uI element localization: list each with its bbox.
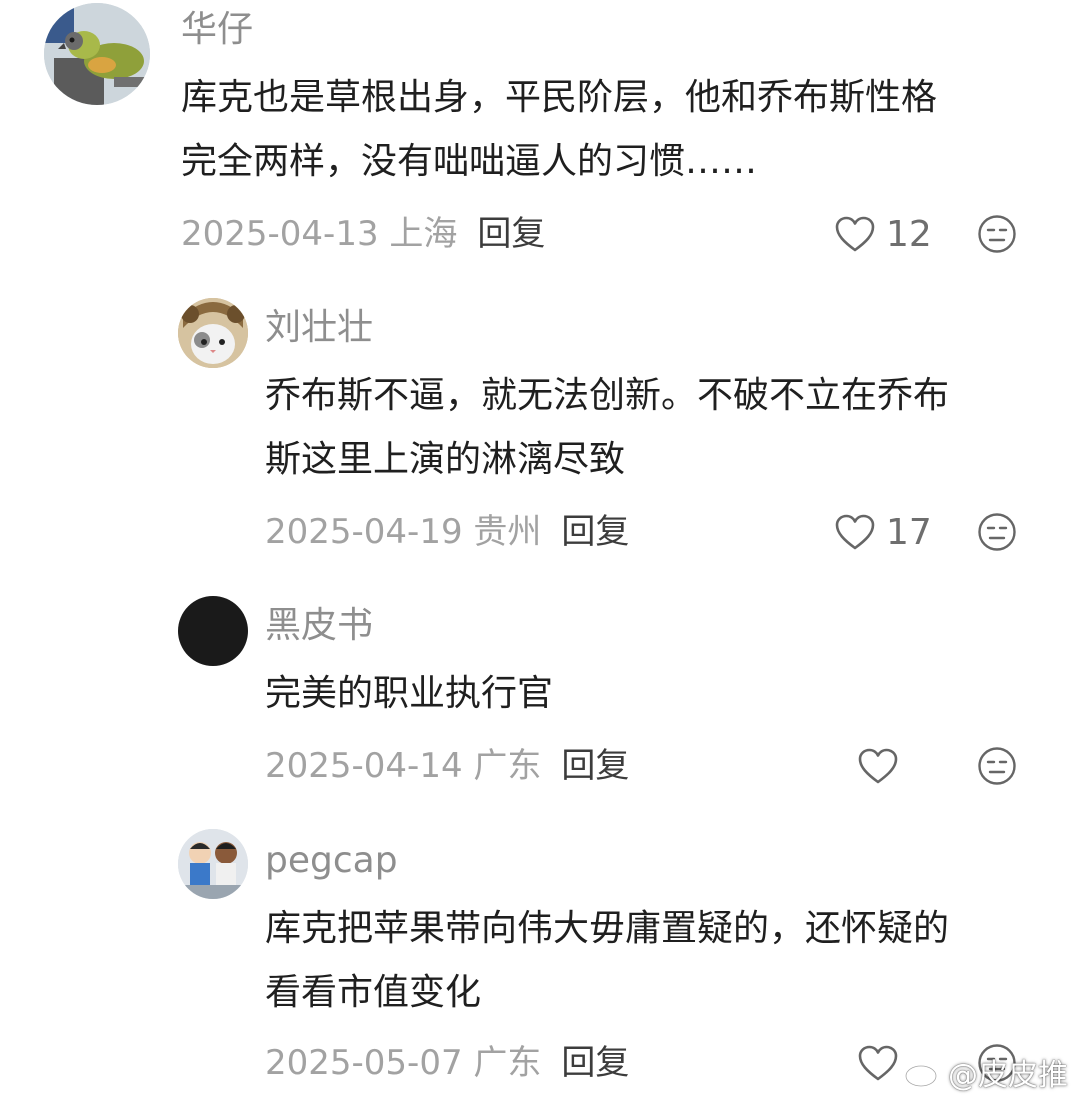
cat-avatar-image — [178, 298, 248, 368]
heart-icon — [858, 1045, 898, 1081]
avatar[interactable] — [178, 829, 248, 899]
comment-line: 库克把苹果带向伟大毋庸置疑的，还怀疑的 — [265, 908, 950, 949]
comment-meta: 2025-04-14 广东 回复 — [265, 746, 629, 786]
like-button[interactable]: 12 — [834, 213, 932, 255]
reply-button[interactable]: 回复 — [477, 214, 545, 254]
comment-line: 看看市值变化 — [265, 972, 482, 1013]
dislike-face-icon[interactable] — [977, 746, 1017, 786]
comment-meta: 2025-04-19 贵州 回复 — [265, 512, 629, 552]
parrot-avatar-image — [44, 3, 150, 105]
comment-author[interactable]: 黑皮书 — [265, 606, 373, 646]
comment-line: 完美的职业执行官 — [265, 673, 554, 714]
comment-text: 库克也是草根出身，平民阶层，他和乔布斯性格 完全两样，没有咄咄逼人的习惯…… — [181, 66, 937, 194]
comment: 黑皮书 完美的职业执行官 2025-04-14 广东 回复 — [0, 592, 1080, 812]
comment-line: 完全两样，没有咄咄逼人的习惯…… — [181, 141, 758, 182]
date-location: 2025-05-07 广东 — [265, 1043, 542, 1083]
comment-author[interactable]: 华仔 — [181, 10, 253, 50]
dislike-face-icon[interactable] — [977, 512, 1017, 552]
date-location: 2025-04-14 广东 — [265, 746, 542, 786]
avatar[interactable] — [178, 596, 248, 666]
comment-text: 乔布斯不逼，就无法创新。不破不立在乔布 斯这里上演的淋漓尽致 — [265, 364, 949, 492]
dislike-face-icon[interactable] — [977, 214, 1017, 254]
comment-text: 库克把苹果带向伟大毋庸置疑的，还怀疑的 看看市值变化 — [265, 897, 949, 1025]
comment-meta: 2025-05-07 广东 回复 — [265, 1043, 629, 1083]
like-count: 17 — [886, 511, 932, 553]
reply-button[interactable]: 回复 — [561, 1043, 629, 1083]
cartoon-avatar-image — [178, 829, 248, 899]
weibo-logo-icon — [904, 1058, 942, 1088]
heart-icon — [835, 514, 875, 550]
heart-icon — [835, 216, 875, 252]
avatar[interactable] — [44, 3, 150, 105]
like-button[interactable] — [857, 746, 909, 786]
comment-line: 乔布斯不逼，就无法创新。不破不立在乔布 — [265, 375, 950, 416]
like-count: 12 — [886, 213, 932, 255]
like-button[interactable]: 17 — [834, 511, 932, 553]
watermark: @皮皮推 — [904, 1050, 1068, 1094]
comment: 华仔 库克也是草根出身，平民阶层，他和乔布斯性格 完全两样，没有咄咄逼人的习惯…… — [0, 0, 1080, 260]
like-button[interactable] — [857, 1043, 909, 1083]
date-location: 2025-04-13 上海 — [181, 214, 458, 254]
reply-button[interactable]: 回复 — [561, 512, 629, 552]
comment: 刘壮壮 乔布斯不逼，就无法创新。不破不立在乔布 斯这里上演的淋漓尽致 2025-… — [0, 290, 1080, 570]
avatar[interactable] — [178, 298, 248, 368]
comment-author[interactable]: pegcap — [265, 841, 398, 881]
comment-text: 完美的职业执行官 — [265, 662, 553, 726]
watermark-text: @皮皮推 — [948, 1058, 1068, 1093]
date-location: 2025-04-19 贵州 — [265, 512, 542, 552]
heart-icon — [858, 748, 898, 784]
reply-button[interactable]: 回复 — [561, 746, 629, 786]
comment-line: 斯这里上演的淋漓尽致 — [265, 439, 626, 480]
comment-line: 库克也是草根出身，平民阶层，他和乔布斯性格 — [181, 77, 938, 118]
comment-author[interactable]: 刘壮壮 — [265, 308, 373, 348]
comment-meta: 2025-04-13 上海 回复 — [181, 214, 545, 254]
